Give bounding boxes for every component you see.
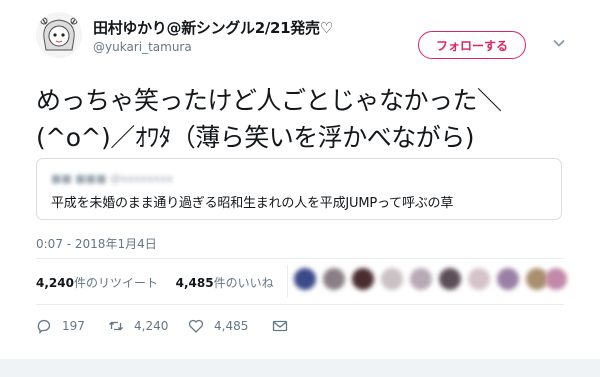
- divider: [36, 304, 564, 305]
- retweet-button[interactable]: 4,240: [108, 318, 168, 334]
- divider: [36, 258, 564, 259]
- liker-avatar[interactable]: [439, 268, 461, 290]
- reply-icon: [37, 319, 51, 334]
- liker-avatars: [292, 268, 568, 292]
- quote-tweet-card[interactable]: ■■ ■■■ @xxxxxxxx 平成を未婚のまま通り過ぎる昭和生まれの人を平成…: [36, 158, 562, 220]
- chevron-down-icon[interactable]: [552, 36, 566, 50]
- reply-button[interactable]: 197: [36, 318, 85, 334]
- liker-avatar[interactable]: [545, 268, 567, 290]
- like-button[interactable]: 4,485: [188, 318, 248, 334]
- dm-button[interactable]: [272, 318, 288, 334]
- like-icon: [188, 319, 204, 333]
- quote-text: 平成を未婚のまま通り過ぎる昭和生まれの人を平成JUMPって呼ぶの草: [51, 196, 454, 211]
- like-count: 4,485: [214, 319, 249, 333]
- liker-avatar[interactable]: [352, 268, 374, 290]
- retweet-count: 4,240: [134, 319, 169, 333]
- liker-avatar[interactable]: [410, 268, 432, 290]
- follow-button[interactable]: フォローする: [418, 31, 526, 59]
- stats-separator: [287, 265, 288, 297]
- display-name[interactable]: 田村ゆかり@新シングル2/21発売♡: [93, 17, 333, 38]
- dm-icon: [272, 320, 288, 332]
- likes-stat[interactable]: 4,485件のいいね: [176, 276, 274, 290]
- quote-author-blurred: ■■ ■■■ @xxxxxxxx: [51, 172, 174, 185]
- follow-button-label: フォローする: [435, 38, 508, 53]
- reply-count: 197: [62, 319, 85, 333]
- tweet-actions: 197 4,240 4,485: [36, 318, 356, 338]
- retweets-stat[interactable]: 4,240件のリツイート: [36, 276, 158, 290]
- tweet-timestamp[interactable]: 0:07 - 2018年1月4日: [36, 235, 157, 252]
- tweet-stats: 4,240件のリツイート 4,485件のいいね: [36, 274, 274, 291]
- footer-bar: [0, 359, 600, 377]
- avatar-illustration: [40, 17, 78, 51]
- liker-avatar[interactable]: [381, 268, 403, 290]
- avatar[interactable]: [36, 12, 82, 58]
- liker-avatar[interactable]: [323, 268, 345, 290]
- user-handle[interactable]: @yukari_tamura: [93, 40, 192, 54]
- liker-avatar[interactable]: [294, 268, 316, 290]
- liker-avatar[interactable]: [468, 268, 490, 290]
- liker-avatar[interactable]: [497, 268, 519, 290]
- tweet-text: めっちゃ笑ったけど人ごとじゃなかった＼ (^o^)／ｵﾜﾀ（薄ら笑いを浮かべなが…: [36, 86, 502, 152]
- retweet-icon: [109, 321, 123, 331]
